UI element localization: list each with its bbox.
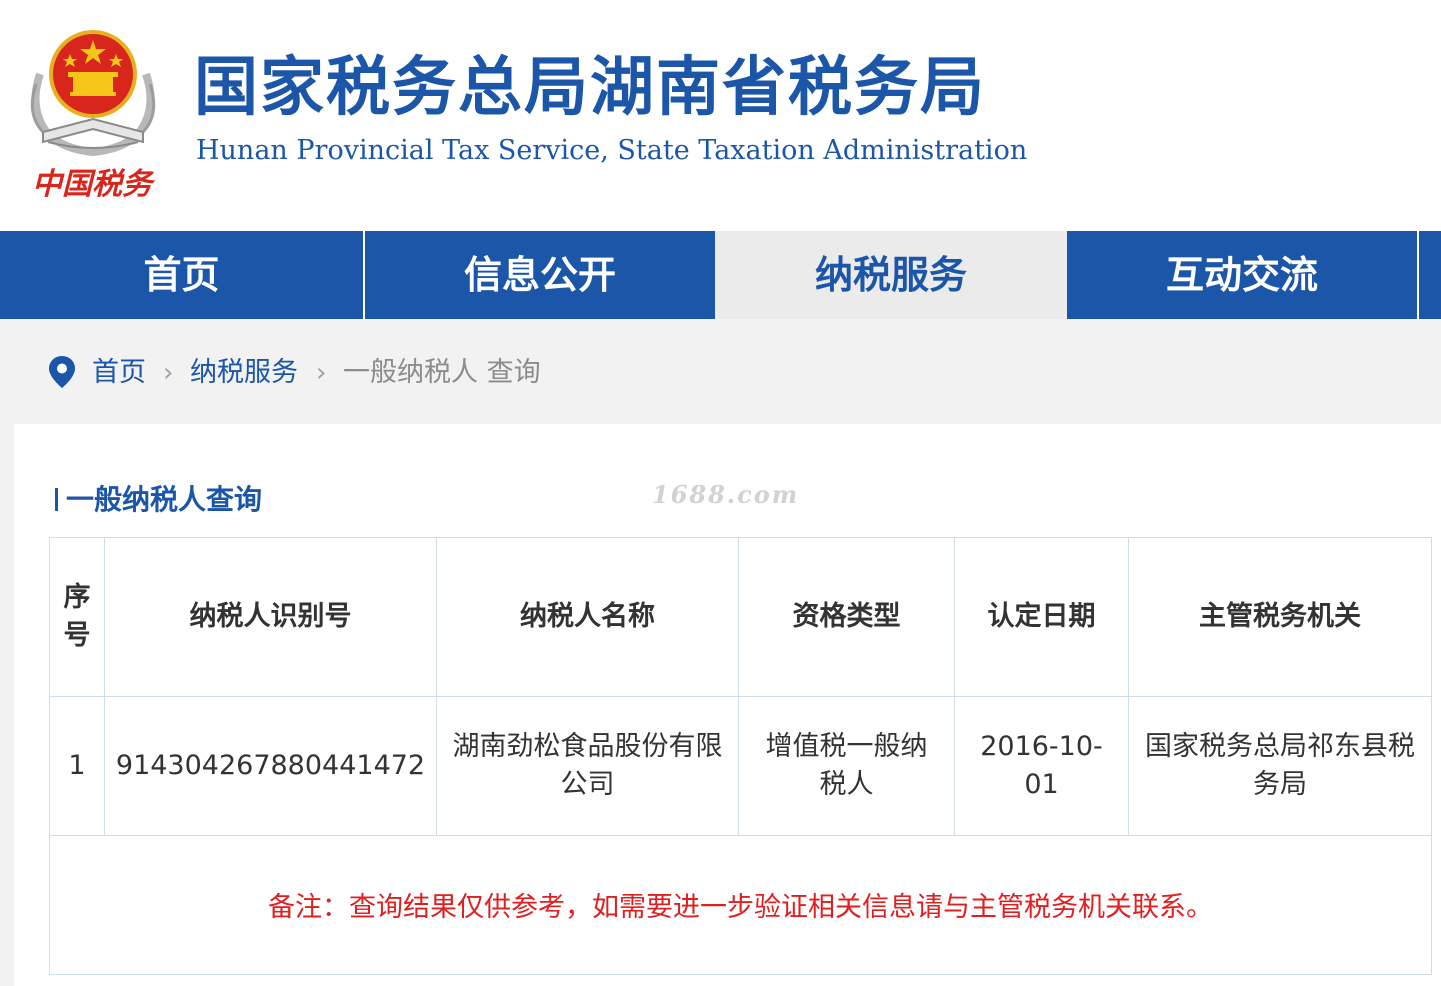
cell-taxpayer-name: 湖南劲松食品股份有限公司 <box>436 696 739 836</box>
breadcrumb-home[interactable]: 首页 <box>92 354 146 392</box>
header-serial-number: 序号 <box>49 537 105 697</box>
header-taxpayer-id: 纳税人识别号 <box>104 537 437 697</box>
nav-item-info-disclosure[interactable]: 信息公开 <box>365 231 715 319</box>
table-header-row: 序号 纳税人识别号 纳税人名称 资格类型 认定日期 主管税务机关 <box>49 537 1432 697</box>
chevron-right-icon: › <box>163 358 174 388</box>
cell-certification-date: 2016-10-01 <box>954 696 1129 836</box>
site-header: 中国税务 国家税务总局湖南省税务局 Hunan Provincial Tax S… <box>0 0 1441 231</box>
breadcrumb-current: 一般纳税人 查询 <box>343 357 541 388</box>
header-certification-date: 认定日期 <box>954 537 1129 697</box>
tax-emblem-logo[interactable]: 中国税务 <box>18 14 168 206</box>
cell-qualification-type: 增值税一般纳税人 <box>738 696 955 836</box>
cell-tax-authority: 国家税务总局祁东县税务局 <box>1128 696 1432 836</box>
section-title: 一般纳税人查询 <box>66 483 263 516</box>
header-taxpayer-name: 纳税人名称 <box>436 537 739 697</box>
breadcrumb-tax-service[interactable]: 纳税服务 <box>190 354 298 392</box>
nav-item-home[interactable]: 首页 <box>0 231 363 319</box>
table-row: 1 914304267880441472 湖南劲松食品股份有限公司 增值税一般纳… <box>49 696 1432 836</box>
cell-taxpayer-id: 914304267880441472 <box>104 696 437 836</box>
taxpayer-result-table: 序号 纳税人识别号 纳税人名称 资格类型 认定日期 主管税务机关 1 91430… <box>49 537 1432 975</box>
header-qualification-type: 资格类型 <box>738 537 955 697</box>
query-note: 备注：查询结果仅供参考，如需要进一步验证相关信息请与主管税务机关联系。 <box>49 835 1432 975</box>
site-title-english: Hunan Provincial Tax Service, State Taxa… <box>196 135 1028 166</box>
nav-item-interaction[interactable]: 互动交流 <box>1067 231 1417 319</box>
nav-divider <box>1417 231 1419 319</box>
header-tax-authority: 主管税务机关 <box>1128 537 1432 697</box>
site-title: 国家税务总局湖南省税务局 <box>194 51 986 125</box>
main-nav: 首页 信息公开 纳税服务 互动交流 <box>0 231 1441 319</box>
cell-serial-number: 1 <box>49 696 105 836</box>
nav-item-tax-service[interactable]: 纳税服务 <box>715 231 1067 319</box>
location-pin-icon <box>49 356 75 388</box>
chevron-right-icon: › <box>316 358 327 388</box>
table-note-row: 备注：查询结果仅供参考，如需要进一步验证相关信息请与主管税务机关联系。 <box>49 835 1432 975</box>
watermark: 1688.com <box>652 480 800 509</box>
section-title-marker <box>55 488 58 511</box>
logo-text: 中国税务 <box>32 167 156 202</box>
